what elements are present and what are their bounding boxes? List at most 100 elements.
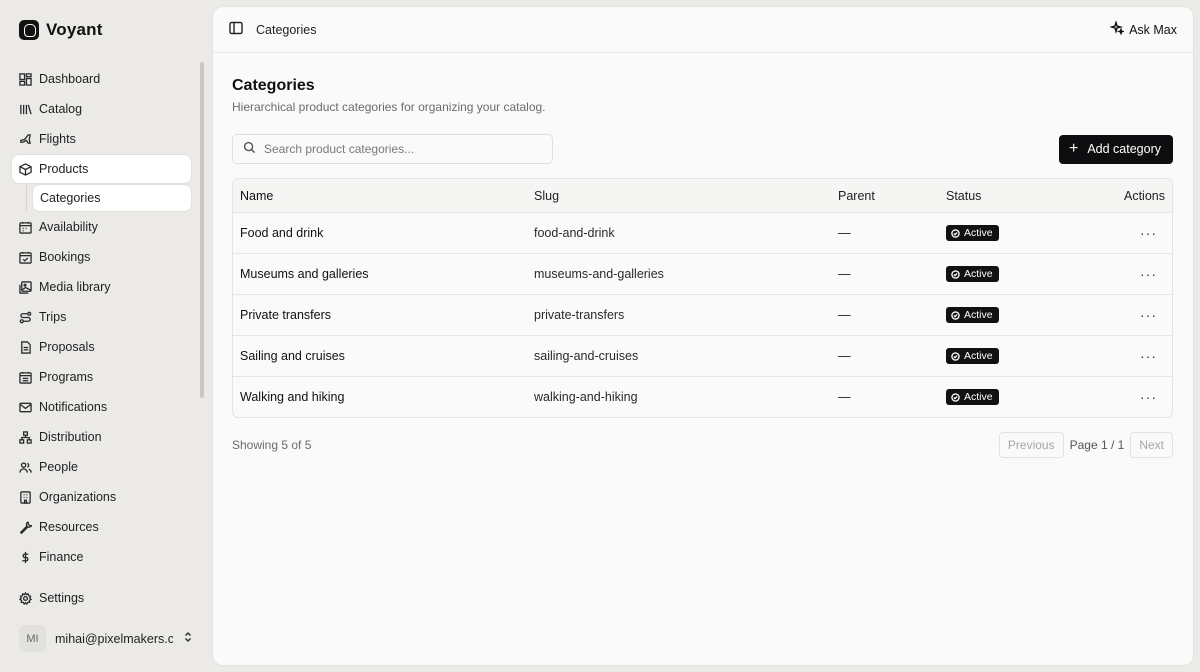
search-input[interactable] <box>264 142 534 156</box>
sidebar-item-label: Settings <box>39 591 85 605</box>
sidebar-item-trips[interactable]: Trips <box>12 303 191 331</box>
calendar-check-icon <box>19 251 32 264</box>
cell-name: Food and drink <box>240 226 324 240</box>
status-label: Active <box>964 350 993 362</box>
table-row[interactable]: Museums and galleries museums-and-galler… <box>233 253 1172 294</box>
brand[interactable]: Voyant <box>19 20 103 40</box>
table-row[interactable]: Private transfers private-transfers — Ac… <box>233 294 1172 335</box>
sidebar-item-products[interactable]: Products <box>12 155 191 183</box>
sidebar-item-settings[interactable]: Settings <box>12 584 191 612</box>
sidebar-item-finance[interactable]: Finance <box>12 543 191 571</box>
gear-icon <box>19 591 32 605</box>
sidebar-item-people[interactable]: People <box>12 453 191 481</box>
column-header-status[interactable]: Status <box>946 189 1096 203</box>
mail-icon <box>19 401 32 414</box>
status-badge: Active <box>946 266 999 282</box>
catalog-icon <box>19 103 32 116</box>
sidebar-item-categories[interactable]: Categories <box>33 185 191 211</box>
cell-parent: — <box>838 308 851 322</box>
add-category-label: Add category <box>1087 142 1161 156</box>
sidebar-item-label: Proposals <box>39 340 95 354</box>
sidebar-item-label: Categories <box>40 191 101 205</box>
table-row[interactable]: Food and drink food-and-drink — Active ·… <box>233 212 1172 253</box>
add-category-button[interactable]: + Add category <box>1058 134 1173 164</box>
sidebar-item-label: Distribution <box>39 430 102 444</box>
sidebar-item-organizations[interactable]: Organizations <box>12 483 191 511</box>
sidebar-item-label: Dashboard <box>39 72 101 86</box>
cell-actions: ··· <box>1096 266 1172 282</box>
table-row[interactable]: Sailing and cruises sailing-and-cruises … <box>233 335 1172 376</box>
cell-status: Active <box>946 266 1096 282</box>
cell-actions: ··· <box>1096 307 1172 323</box>
sidebar-item-flights[interactable]: Flights <box>12 125 191 153</box>
sidebar: Voyant Dashboard Catalog Flights Product… <box>0 0 206 672</box>
page-title: Categories <box>232 77 315 94</box>
sidebar-item-notifications[interactable]: Notifications <box>12 393 191 421</box>
sidebar-item-label: Media library <box>39 280 111 294</box>
table-row[interactable]: Walking and hiking walking-and-hiking — … <box>233 376 1172 417</box>
sidebar-toggle-icon[interactable] <box>229 21 243 38</box>
sidebar-item-label: Trips <box>39 310 67 324</box>
more-actions-icon[interactable]: ··· <box>1140 307 1165 323</box>
sidebar-item-proposals[interactable]: Proposals <box>12 333 191 361</box>
sidebar-item-label: Catalog <box>39 102 83 116</box>
previous-button[interactable]: Previous <box>998 432 1064 458</box>
more-actions-icon[interactable]: ··· <box>1140 348 1165 364</box>
sidebar-item-media-library[interactable]: Media library <box>12 273 191 301</box>
check-circle-icon <box>951 392 960 402</box>
search-icon <box>243 141 256 157</box>
sidebar-nav: Dashboard Catalog Flights Products Categ… <box>12 65 191 573</box>
cell-status: Active <box>946 225 1096 241</box>
breadcrumb: Categories <box>256 22 317 37</box>
cell-parent: — <box>838 226 851 240</box>
user-email: mihai@pixelmakers.c... <box>55 631 173 646</box>
file-text-icon <box>19 340 32 354</box>
sidebar-item-distribution[interactable]: Distribution <box>12 423 191 451</box>
user-menu[interactable]: MI mihai@pixelmakers.c... <box>19 625 194 652</box>
cell-slug: private-transfers <box>534 308 625 322</box>
topbar: Categories Ask Max <box>213 7 1193 53</box>
sidebar-item-catalog[interactable]: Catalog <box>12 95 191 123</box>
sidebar-item-availability[interactable]: Availability <box>12 213 191 241</box>
cell-parent: — <box>838 349 851 363</box>
status-badge: Active <box>946 225 999 241</box>
chevrons-up-down-icon <box>182 631 194 646</box>
check-circle-icon <box>951 228 960 238</box>
ask-max-button[interactable]: Ask Max <box>1109 19 1177 38</box>
search-box <box>232 134 553 164</box>
status-label: Active <box>964 268 993 280</box>
column-header-name[interactable]: Name <box>233 189 534 203</box>
column-header-parent[interactable]: Parent <box>838 189 946 203</box>
sidebar-item-label: Notifications <box>39 400 108 414</box>
voyant-logo-icon <box>19 20 39 40</box>
sidebar-item-label: People <box>39 460 78 474</box>
cell-status: Active <box>946 389 1096 405</box>
toolbar: + Add category <box>232 134 1173 164</box>
table-header: Name Slug Parent Status Actions <box>233 179 1172 212</box>
page-info: Page 1 / 1 <box>1069 438 1125 452</box>
showing-count: Showing 5 of 5 <box>232 438 312 452</box>
pagination: Previous Page 1 / 1 Next <box>998 432 1173 458</box>
cell-name: Walking and hiking <box>240 390 345 404</box>
sidebar-item-bookings[interactable]: Bookings <box>12 243 191 271</box>
sidebar-item-resources[interactable]: Resources <box>12 513 191 541</box>
sidebar-scrollbar[interactable] <box>200 62 204 398</box>
next-button[interactable]: Next <box>1130 432 1173 458</box>
column-header-slug[interactable]: Slug <box>534 189 838 203</box>
check-circle-icon <box>951 310 960 320</box>
cell-slug: walking-and-hiking <box>534 390 638 404</box>
more-actions-icon[interactable]: ··· <box>1140 266 1165 282</box>
images-icon <box>19 280 32 294</box>
users-icon <box>19 461 32 474</box>
sidebar-item-label: Products <box>39 162 89 176</box>
cell-slug: sailing-and-cruises <box>534 349 639 363</box>
more-actions-icon[interactable]: ··· <box>1140 225 1165 241</box>
main-panel: Categories Ask Max Categories Hierarchic… <box>213 7 1193 665</box>
dollar-icon <box>19 551 32 564</box>
column-header-actions: Actions <box>1124 188 1165 203</box>
more-actions-icon[interactable]: ··· <box>1140 389 1165 405</box>
sidebar-item-programs[interactable]: Programs <box>12 363 191 391</box>
sidebar-item-dashboard[interactable]: Dashboard <box>12 65 191 93</box>
cell-name: Private transfers <box>240 308 332 322</box>
dashboard-icon <box>19 72 32 86</box>
